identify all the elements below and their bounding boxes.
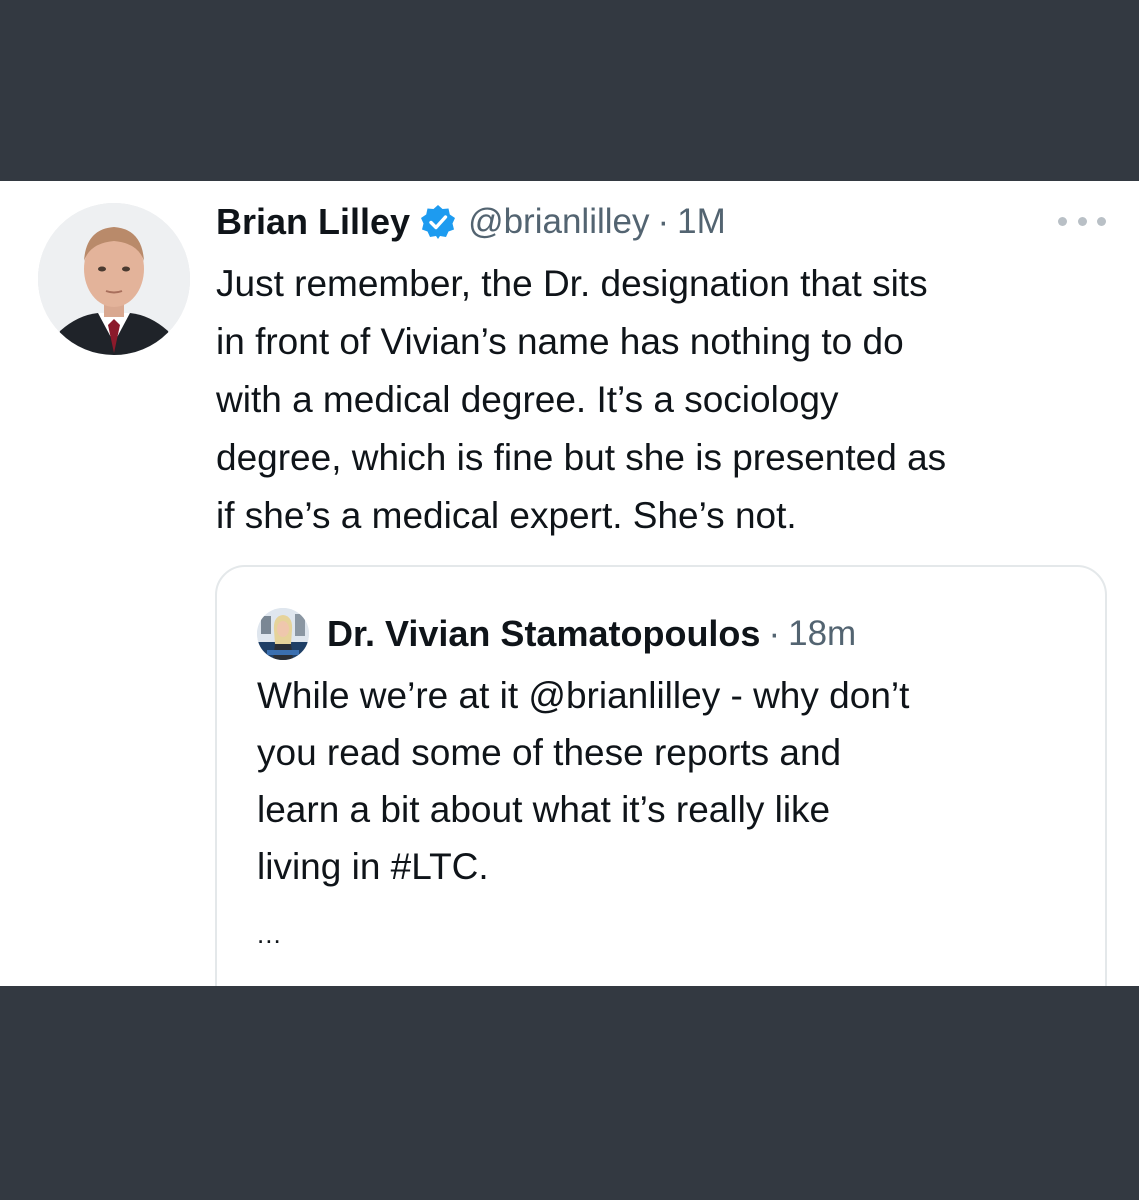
tweet-text: Just remember, the Dr. designation that …	[216, 263, 947, 536]
more-horizontal-icon[interactable]	[1058, 211, 1106, 231]
author-name[interactable]: Brian Lilley	[216, 201, 410, 243]
quoted-author-name[interactable]: Dr. Vivian Stamatopoulos	[327, 613, 760, 655]
quoted-header-separator: ·	[768, 614, 781, 653]
more-dot	[1058, 216, 1067, 226]
quoted-tweet-text: While we’re at it @brianlilley - why don…	[257, 675, 910, 887]
verified-badge-icon	[420, 204, 456, 240]
quoted-tweet-truncation: ...	[257, 919, 282, 949]
tweet-timestamp[interactable]: 1M	[677, 202, 726, 242]
more-dot	[1097, 216, 1106, 226]
header-separator: ·	[657, 202, 670, 241]
screenshot-card: Brian Lilley @brianlilley · 1M Just reme…	[0, 181, 1139, 986]
tweet-header: Brian Lilley @brianlilley · 1M	[216, 197, 726, 247]
more-dot	[1077, 216, 1087, 226]
quoted-tweet-header: Dr. Vivian Stamatopoulos · 18m	[257, 608, 856, 660]
quoted-tweet-timestamp[interactable]: 18m	[788, 614, 856, 654]
author-avatar[interactable]	[38, 203, 190, 355]
quoted-author-avatar[interactable]	[257, 608, 309, 660]
author-handle[interactable]: @brianlilley	[468, 202, 649, 242]
quoted-tweet-card[interactable]: Dr. Vivian Stamatopoulos · 18m While we’…	[215, 565, 1107, 986]
